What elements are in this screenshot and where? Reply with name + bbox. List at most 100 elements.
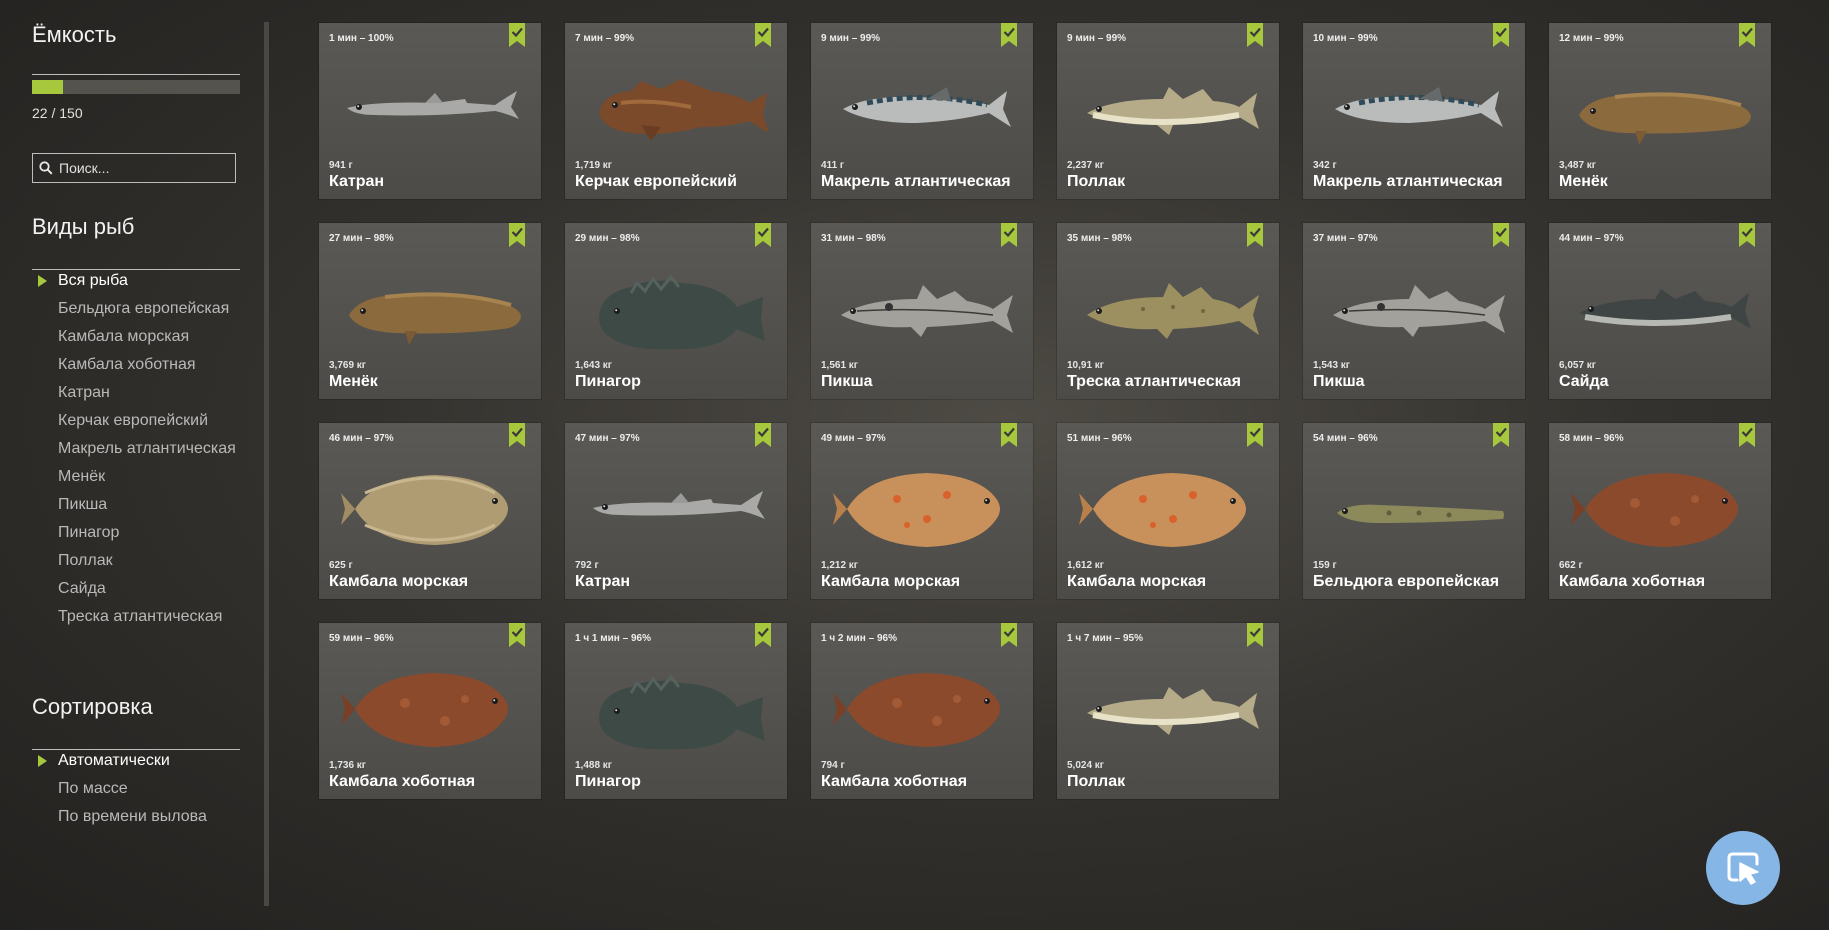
check-flag-icon: [509, 423, 525, 447]
fish-image: [841, 285, 1013, 337]
fish-image: [1335, 87, 1503, 127]
species-filter-item[interactable]: Треска атлантическая: [32, 608, 240, 626]
sort-option-item[interactable]: По массе: [32, 780, 240, 798]
catch-card[interactable]: 47 мин – 97% 792 г Катран: [565, 423, 787, 599]
species-filter-item[interactable]: Пикша: [32, 496, 240, 514]
catch-fish-name: Камбала хоботная: [821, 773, 968, 790]
catch-time: 29 мин – 98%: [575, 233, 640, 244]
fish-image: [599, 274, 765, 350]
species-filter-item[interactable]: Камбала морская: [32, 328, 240, 346]
catch-fish-name: Камбала морская: [1067, 573, 1207, 590]
catch-time: 1 ч 2 мин – 96%: [821, 633, 897, 644]
catch-fish-name: Сайда: [1559, 373, 1609, 390]
species-filter-item[interactable]: Вся рыба: [32, 272, 240, 290]
check-flag-icon: [1247, 423, 1263, 447]
catch-card[interactable]: 1 ч 1 мин – 96% 1,488 кг Пинагор: [565, 623, 787, 799]
species-list: Вся рыба Бельдюга европейская Камбала морс…: [32, 272, 240, 636]
fish-image: [833, 673, 1000, 747]
catch-card[interactable]: 29 мин – 98% 1,643 кг Пинагор: [565, 223, 787, 399]
catch-weight: 3,487 кг: [1559, 160, 1596, 171]
catch-weight: 6,057 кг: [1559, 360, 1596, 371]
catch-time: 46 мин – 97%: [329, 433, 394, 444]
check-flag-icon: [1001, 23, 1017, 47]
catch-weight: 2,237 кг: [1067, 160, 1104, 171]
catch-time: 27 мин – 98%: [329, 233, 394, 244]
species-filter-item[interactable]: Бельдюга европейская: [32, 300, 240, 318]
catch-card[interactable]: 1 ч 2 мин – 96% 794 г Камбала хоботная: [811, 623, 1033, 799]
catch-card[interactable]: 46 мин – 97% 625 г Камбала морская: [319, 423, 541, 599]
check-flag-icon: [1493, 23, 1509, 47]
catch-card[interactable]: 54 мин – 96% 159 г Бельдюга европейская: [1303, 423, 1525, 599]
species-filter-item[interactable]: Сайда: [32, 580, 240, 598]
species-filter-item[interactable]: Макрель атлантическая: [32, 440, 240, 458]
selected-arrow-icon: [38, 275, 47, 287]
check-flag-icon: [1739, 423, 1755, 447]
capacity-bar: [32, 80, 240, 94]
divider: [32, 269, 240, 270]
check-flag-icon: [1001, 623, 1017, 647]
catch-fish-name: Камбала морская: [821, 573, 961, 590]
divider: [32, 749, 240, 750]
catch-fish-name: Поллак: [1067, 173, 1126, 190]
species-filter-item-label: Камбала морская: [58, 328, 190, 345]
catch-weight: 10,91 кг: [1067, 360, 1104, 371]
catch-card[interactable]: 1 ч 7 мин – 95% 5,024 кг Поллак: [1057, 623, 1279, 799]
catch-card[interactable]: 27 мин – 98% 3,769 кг Менёк: [319, 223, 541, 399]
catch-weight: 625 г: [329, 560, 353, 571]
catch-fish-name: Камбала морская: [329, 573, 469, 590]
catch-weight: 159 г: [1313, 560, 1337, 571]
catch-time: 1 мин – 100%: [329, 33, 394, 44]
search-input[interactable]: [57, 159, 231, 177]
fish-image: [1333, 285, 1505, 337]
catch-card[interactable]: 12 мин – 99% 3,487 кг Менёк: [1549, 23, 1771, 199]
fish-image: [833, 473, 1000, 547]
species-title: Виды рыб: [32, 214, 135, 239]
search-box[interactable]: [32, 153, 236, 183]
species-filter-item[interactable]: Менёк: [32, 468, 240, 486]
catch-fish-name: Менёк: [1559, 173, 1608, 190]
catch-card[interactable]: 31 мин – 98% 1,561 кг Пикша: [811, 223, 1033, 399]
catch-weight: 794 г: [821, 760, 845, 771]
catch-fish-name: Бельдюга европейская: [1313, 573, 1500, 590]
sort-option-item[interactable]: По времени вылова: [32, 808, 240, 826]
sorting-title: Сортировка: [32, 694, 153, 719]
check-flag-icon: [1247, 23, 1263, 47]
catch-card[interactable]: 9 мин – 99% 2,237 кг Поллак: [1057, 23, 1279, 199]
catch-card[interactable]: 58 мин – 96% 662 г Камбала хоботная: [1549, 423, 1771, 599]
species-filter-item[interactable]: Поллак: [32, 552, 240, 570]
catch-fish-name: Пинагор: [575, 373, 641, 390]
sort-option-item[interactable]: Автоматически: [32, 752, 240, 770]
catch-card[interactable]: 10 мин – 99% 342 г Макрель атлантическая: [1303, 23, 1525, 199]
catch-card[interactable]: 37 мин – 97% 1,543 кг Пикша: [1303, 223, 1525, 399]
species-filter-item-label: Макрель атлантическая: [58, 440, 236, 457]
capacity-count: 22 / 150: [32, 105, 83, 121]
catch-fish-name: Пикша: [821, 373, 873, 390]
cursor-mode-button[interactable]: [1706, 831, 1780, 905]
species-filter-item[interactable]: Пинагор: [32, 524, 240, 542]
divider: [32, 74, 240, 75]
species-filter-item[interactable]: Керчак европейский: [32, 412, 240, 430]
catch-card[interactable]: 9 мин – 99% 411 г Макрель атлантическая: [811, 23, 1033, 199]
catch-card[interactable]: 7 мин – 99% 1,719 кг Керчак европейский: [565, 23, 787, 199]
fish-image: [1579, 92, 1751, 145]
catch-card[interactable]: 49 мин – 97% 1,212 кг Камбала морская: [811, 423, 1033, 599]
catch-weight: 5,024 кг: [1067, 760, 1104, 771]
fish-image: [349, 292, 521, 345]
catch-time: 9 мин – 99%: [1067, 33, 1127, 44]
catch-weight: 342 г: [1313, 160, 1337, 171]
catch-card[interactable]: 1 мин – 100% 941 г Катран: [319, 23, 541, 199]
fish-image: [1571, 473, 1738, 547]
species-filter-item[interactable]: Катран: [32, 384, 240, 402]
fish-image: [341, 475, 508, 545]
catch-weight: 1,736 кг: [329, 760, 366, 771]
catch-card[interactable]: 51 мин – 96% 1,612 кг Камбала морская: [1057, 423, 1279, 599]
catch-fish-name: Керчак европейский: [575, 173, 737, 190]
species-filter-item[interactable]: Камбала хоботная: [32, 356, 240, 374]
catch-fish-name: Макрель атлантическая: [1313, 173, 1503, 190]
catch-grid: 1 мин – 100% 941 г Катран 7 мин – 99% 1,…: [319, 23, 1771, 799]
catch-card[interactable]: 35 мин – 98% 10,91 кг Треска атлантическ…: [1057, 223, 1279, 399]
catch-card[interactable]: 44 мин – 97% 6,057 кг Сайда: [1549, 223, 1771, 399]
catch-card[interactable]: 59 мин – 96% 1,736 кг Камбала хоботная: [319, 623, 541, 799]
species-filter-item-label: Камбала хоботная: [58, 356, 196, 373]
fish-image: [1337, 504, 1504, 523]
